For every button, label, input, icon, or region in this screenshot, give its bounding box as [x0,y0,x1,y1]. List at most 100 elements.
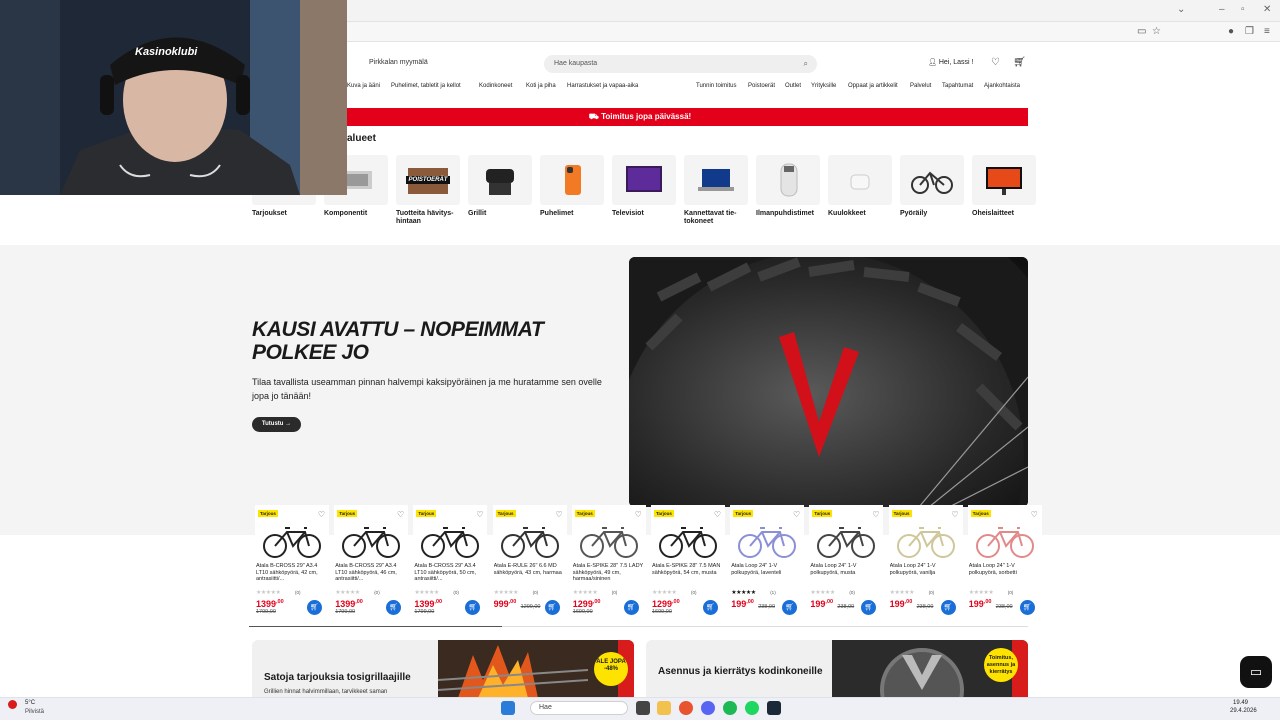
add-to-cart-button[interactable]: 🛒︎ [465,600,481,615]
favorite-heart-icon[interactable]: ♡ [951,510,958,519]
category-card[interactable]: Televisiot [612,155,676,218]
promo-card-grill[interactable]: Satoja tarjouksia tosigrillaajille Grill… [252,640,634,698]
product-card[interactable]: Tarjous ♡ Atala E-SPIKE 28" 7.5 MAN sähköp… [651,505,725,620]
product-name[interactable]: Atala B-CROSS 29" A3.4 LT10 sähköpyörä, … [335,563,407,583]
product-name[interactable]: Atala B-CROSS 29" A3.4 LT10 sähköpyörä, … [414,563,486,583]
category-card[interactable]: Oheislaitteet [972,155,1036,218]
rating-stars: ★★★★★ [572,590,598,596]
product-card[interactable]: Tarjous ♡ Atala Loop 24" 1-V polkupyörä, v… [888,505,963,620]
account-button[interactable]: 👤︎ Hei, Lassi ! [928,58,973,66]
start-icon[interactable] [501,701,515,715]
nav-item[interactable]: Koti ja piha [526,83,556,89]
product-name[interactable]: Atala Loop 24" 1-V polkupyörä, sorbetti [969,563,1041,583]
nav-item[interactable]: Tunnin toimitus [696,83,736,89]
add-to-cart-button[interactable]: 🛒︎ [703,600,718,615]
nav-item[interactable]: Palvelut [910,83,931,89]
add-to-cart-button[interactable]: 🛒︎ [386,600,402,615]
add-to-cart-button[interactable]: 🛒︎ [940,600,956,615]
product-name[interactable]: Atala Loop 24" 1-V polkupyörä, laventeli [731,563,803,583]
product-name[interactable]: Atala Loop 24" 1-V polkupyörä, vanilja [890,563,962,583]
maximize-icon[interactable]: ▫ [1241,4,1245,15]
copy-icon[interactable]: ❐ [1245,26,1254,37]
search-input[interactable]: Hae kaupasta ⌕ [544,55,817,73]
favorite-heart-icon[interactable]: ♡ [318,510,325,519]
favorite-heart-icon[interactable]: ♡ [1031,510,1038,519]
app-icon[interactable] [723,701,737,715]
close-icon[interactable]: ✕ [1263,4,1271,15]
favorite-heart-icon[interactable]: ♡ [793,510,800,519]
nav-item[interactable]: Outlet [785,83,801,89]
add-to-cart-button[interactable]: 🛒︎ [861,600,877,615]
category-card[interactable]: Puhelimet [540,155,604,218]
hero-cta-button[interactable]: Tutustu → [252,417,301,432]
product-name[interactable]: Atala E-SPIKE 28" 7.5 MAN sähköpyörä, 54… [652,563,724,583]
clock-time[interactable]: 19.49 [1233,700,1248,706]
delivery-banner[interactable]: ⛟ Toimitus jopa päivässä! [252,108,1028,126]
product-name[interactable]: Atala E-SPIKE 28" 7.5 LADY sähköpyörä, 4… [573,563,645,583]
store-selector[interactable]: Pirkkalan myymälä [369,59,428,66]
tab-list-icon[interactable]: ⌄ [1177,4,1185,15]
minimize-icon[interactable]: – [1219,4,1225,15]
carousel-scroll-track[interactable] [502,626,1028,627]
nav-item[interactable]: Tapahtumat [942,83,973,89]
discord-icon[interactable] [701,701,715,715]
favorite-heart-icon[interactable]: ♡ [872,510,879,519]
product-card[interactable]: Tarjous ♡ Atala Loop 24" 1-V polkupyörä, s… [967,505,1042,620]
spotify-icon[interactable] [745,701,759,715]
category-card[interactable]: Grillit [468,155,532,218]
add-to-cart-button[interactable]: 🛒︎ [623,600,639,615]
reader-icon[interactable]: ▭ [1137,26,1146,37]
hero-tire-image[interactable] [629,257,1028,507]
product-card[interactable]: Tarjous ♡ Atala B-CROSS 29" A3.4 LT10 sähk… [334,505,409,620]
weather-temp[interactable]: 5°C [25,700,35,706]
nav-item[interactable]: Poistoerät [748,83,775,89]
category-card[interactable]: Kannettavat tie-tokoneet [684,155,748,226]
product-card[interactable]: Tarjous ♡ Atala E-SPIKE 28" 7.5 LADY sähkö… [571,505,646,620]
product-card[interactable]: Tarjous ♡ Atala Loop 24" 1-V polkupyörä, l… [730,505,805,620]
weather-alert-icon [8,700,17,709]
nav-item[interactable]: Kodinkoneet [479,83,512,89]
product-name[interactable]: Atala B-CROSS 29" A3.4 LT10 sähköpyörä, … [256,563,328,583]
add-to-cart-button[interactable]: 🛒︎ [307,600,322,615]
favorite-heart-icon[interactable]: ♡ [555,510,562,519]
menu-icon[interactable]: ≡ [1264,26,1270,37]
add-to-cart-button[interactable]: 🛒︎ [782,600,798,615]
extension-icon[interactable]: ● [1228,26,1234,37]
category-card[interactable]: Kuulokkeet [828,155,892,218]
cart-icon[interactable]: 🛒︎ [1013,57,1026,68]
favorite-heart-icon[interactable]: ♡ [714,510,721,519]
promo-card-installation[interactable]: Asennus ja kierrätys kodinkoneille Toimi… [646,640,1028,698]
file-explorer-icon[interactable] [657,701,671,715]
browser-icon[interactable] [679,701,693,715]
product-name[interactable]: Atala Loop 24" 1-V polkupyörä, musta [810,563,882,583]
taskbar-search[interactable]: Hae [530,701,628,715]
add-to-cart-button[interactable]: 🛒︎ [1019,600,1035,615]
nav-item[interactable]: Ajankohtaista [984,83,1020,89]
wishlist-heart-icon[interactable]: ♡ [991,57,1000,68]
nav-item[interactable]: Yrityksille [811,83,836,89]
product-name[interactable]: Atala E-RULE 26" 6.6 MD sähköpyörä, 43 c… [494,563,566,583]
search-icon[interactable]: ⌕ [804,59,808,69]
clock-date[interactable]: 29.4.2026 [1230,708,1257,714]
product-card[interactable]: Tarjous ♡ Atala E-RULE 26" 6.6 MD sähköpyö… [492,505,567,620]
steam-icon[interactable] [767,701,781,715]
favorite-heart-icon[interactable]: ♡ [476,510,483,519]
chat-button[interactable]: ▭ [1240,656,1272,688]
favorite-heart-icon[interactable]: ♡ [635,510,642,519]
nav-item[interactable]: Puhelimet, tabletit ja kellot [391,83,461,89]
category-card[interactable]: Ilmanpuhdistimet [756,155,820,218]
category-card[interactable]: Pyöräily [900,155,964,218]
add-to-cart-button[interactable]: 🛒︎ [544,600,560,615]
carousel-scroll-thumb[interactable] [249,626,502,627]
task-view-icon[interactable] [636,701,650,715]
category-card[interactable]: POISTOERÄT Tuotteita hävitys-hintaan [396,155,460,226]
product-card[interactable]: Tarjous ♡ Atala Loop 24" 1-V polkupyörä, m… [809,505,884,620]
product-card[interactable]: Tarjous ♡ Atala B-CROSS 29" A3.4 LT10 sähk… [413,505,488,620]
nav-item[interactable]: Oppaat ja artikkelit [848,83,898,89]
product-card[interactable]: Tarjous ♡ Atala B-CROSS 29" A3.4 LT10 sähk… [255,505,329,620]
nav-item[interactable]: Harrastukset ja vapaa-aika [567,83,638,89]
bookmark-star-icon[interactable]: ☆ [1152,26,1161,37]
favorite-heart-icon[interactable]: ♡ [397,510,404,519]
taskbar-search-text: Hae [539,704,552,711]
nav-item[interactable]: Kuva ja ääni [347,83,380,89]
